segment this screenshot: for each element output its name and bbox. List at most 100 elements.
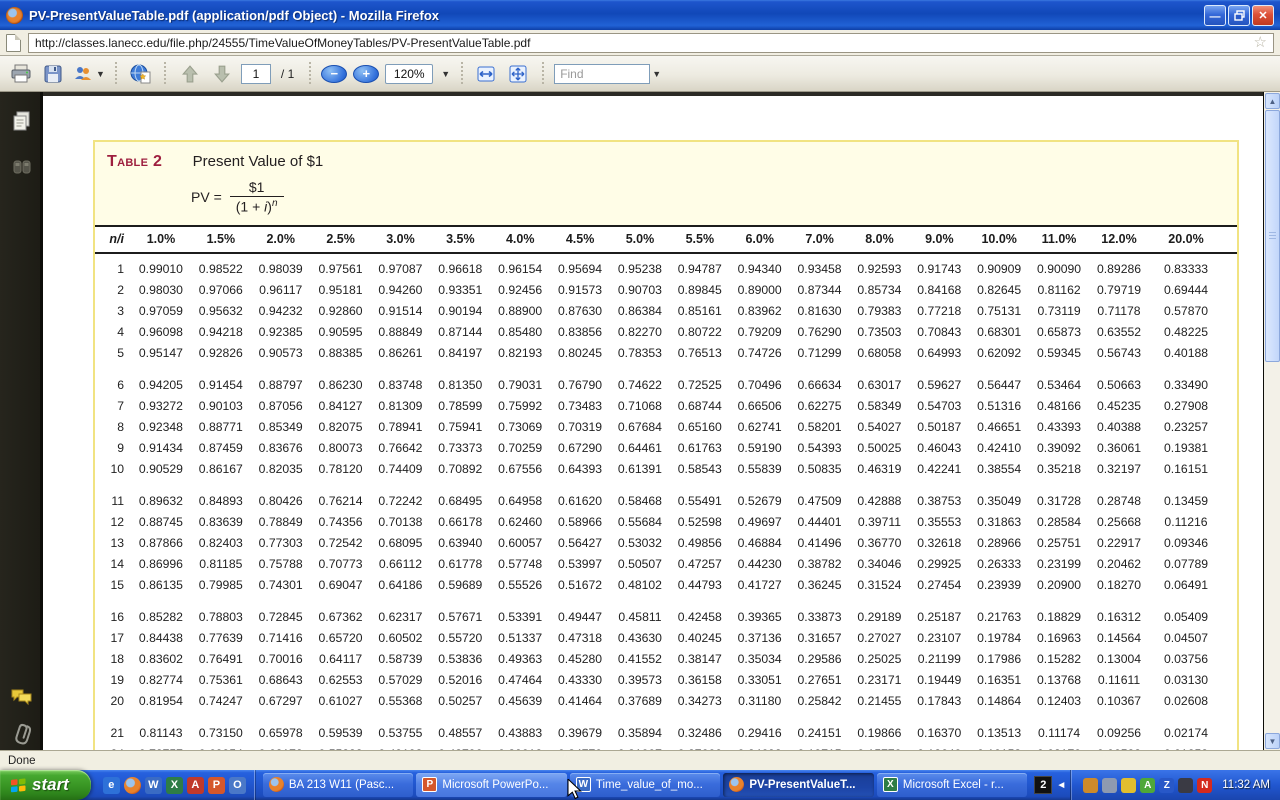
pv-cell: 0.65160 (670, 417, 730, 438)
pv-cell: 0.88745 (131, 512, 191, 533)
pv-cell: 0.69444 (1149, 280, 1237, 301)
previous-page-button[interactable] (177, 61, 203, 87)
page-number-input[interactable] (241, 64, 271, 84)
pv-cell: 0.14864 (969, 691, 1029, 712)
bookmark-star-icon[interactable]: ☆ (1254, 35, 1267, 50)
tray-orange-icon[interactable] (1083, 778, 1098, 793)
zoom-level-select[interactable]: 120% (385, 64, 433, 84)
tray-green-a-icon[interactable]: A (1140, 778, 1155, 793)
share-document-button[interactable] (128, 61, 154, 87)
language-indicator[interactable]: 2 (1034, 776, 1052, 794)
quick-launch-firefox-icon[interactable] (124, 777, 141, 794)
pv-cell: 0.63017 (850, 375, 910, 396)
pv-table-row: 100.905290.861670.820350.781200.744090.7… (95, 459, 1237, 480)
attachments-panel-button[interactable] (9, 720, 34, 745)
quick-launch-powerpoint-icon[interactable]: P (208, 777, 225, 794)
comments-panel-button[interactable] (9, 684, 34, 709)
pv-cell: 0.91743 (909, 259, 969, 280)
pdf-toolbar: ▼ / 1 − + 120% ▼ ▼ (0, 56, 1280, 92)
taskbar-button[interactable]: BA 213 W11 (Pasc... (263, 773, 414, 797)
quick-launch-internet-explorer-icon[interactable]: e (103, 777, 120, 794)
vertical-scrollbar[interactable]: ▲ ▼ (1263, 92, 1280, 750)
pv-column-header: 5.5% (670, 226, 730, 253)
pages-icon (11, 110, 33, 132)
pv-cell: 0.16963 (1029, 628, 1089, 649)
pv-cell: 0.64186 (371, 575, 431, 596)
bookmarks-panel-button[interactable] (9, 154, 34, 179)
taskbar-button[interactable]: WTime_value_of_mo... (570, 773, 721, 797)
url-field[interactable]: http://classes.lanecc.edu/file.php/24555… (28, 33, 1274, 53)
taskbar-button[interactable]: PV-PresentValueT... (723, 773, 874, 797)
close-button[interactable]: ✕ (1252, 5, 1274, 26)
zoom-dropdown-arrow[interactable]: ▼ (441, 69, 450, 79)
tray-shield-icon[interactable] (1121, 778, 1136, 793)
scrollbar-thumb[interactable] (1265, 110, 1280, 362)
pv-cell: 0.54703 (909, 396, 969, 417)
pv-table-header-area: Table 2 Present Value of $1 PV = $1 (1 +… (95, 142, 1237, 225)
pv-cell: 0.61391 (610, 459, 670, 480)
print-button[interactable] (8, 61, 34, 87)
scroll-up-button[interactable]: ▲ (1265, 93, 1280, 109)
pv-cell: 0.71299 (790, 343, 850, 364)
pv-cell: 0.23171 (850, 670, 910, 691)
fit-width-button[interactable] (473, 61, 499, 87)
quick-launch-outlook-icon[interactable]: O (229, 777, 246, 794)
pv-cell: 0.58468 (610, 491, 670, 512)
pv-cell: 0.42410 (969, 438, 1029, 459)
pv-cell: 0.15282 (1029, 649, 1089, 670)
pv-cell: 0.70319 (550, 417, 610, 438)
pages-panel-button[interactable] (9, 108, 34, 133)
pv-cell: 0.41727 (730, 575, 790, 596)
scroll-down-button[interactable]: ▼ (1265, 733, 1280, 749)
pv-cell: 0.76513 (670, 343, 730, 364)
url-text[interactable]: http://classes.lanecc.edu/file.php/24555… (35, 36, 1254, 50)
pv-cell: 0.35894 (610, 723, 670, 744)
status-text: Done (8, 755, 36, 767)
pv-cell: 16 (95, 607, 131, 628)
tray-gray-icon[interactable] (1102, 778, 1117, 793)
pv-cell: 0.55368 (371, 691, 431, 712)
pv-cell: 0.60057 (490, 533, 550, 554)
tray-novell-icon[interactable]: N (1197, 778, 1212, 793)
pv-cell: 0.89632 (131, 491, 191, 512)
pv-cell: 0.28966 (969, 533, 1029, 554)
save-button[interactable] (40, 61, 66, 87)
pv-cell: 20 (95, 691, 131, 712)
pv-cell: 0.43330 (550, 670, 610, 691)
quick-launch-excel-icon[interactable]: X (166, 777, 183, 794)
pv-cell: 0.75361 (191, 670, 251, 691)
next-page-button[interactable] (209, 61, 235, 87)
pv-cell: 0.38753 (909, 491, 969, 512)
tray-dark-icon[interactable] (1178, 778, 1193, 793)
restore-button[interactable] (1228, 5, 1250, 26)
tray-blue-z-icon[interactable]: Z (1159, 778, 1174, 793)
pv-cell: 0.35553 (909, 512, 969, 533)
pv-cell: 0.97059 (131, 301, 191, 322)
pv-table-row: 20.980300.970660.961170.951810.942600.93… (95, 280, 1237, 301)
pv-cell: 0.37136 (730, 628, 790, 649)
pv-cell: 0.53391 (490, 607, 550, 628)
fit-page-button[interactable] (505, 61, 531, 87)
hide-icons-chevron[interactable]: ◄ (1056, 780, 1066, 791)
taskbar-button[interactable]: PMicrosoft PowerPo... (416, 773, 567, 797)
start-button[interactable]: start (0, 770, 91, 800)
taskbar-clock[interactable]: 11:32 AM (1222, 779, 1270, 791)
quick-launch-word-icon[interactable]: W (145, 777, 162, 794)
quick-launch-access-icon[interactable]: A (187, 777, 204, 794)
pv-cell: 0.21763 (969, 607, 1029, 628)
collaborate-button[interactable]: ▼ (72, 61, 105, 87)
pv-cell: 0.50835 (790, 459, 850, 480)
quick-launch-bar: e WXAPO (103, 770, 255, 800)
find-input[interactable] (554, 64, 650, 84)
zoom-out-button[interactable]: − (321, 65, 347, 83)
zoom-in-button[interactable]: + (353, 65, 379, 83)
pdf-content-area: Table 2 Present Value of $1 PV = $1 (1 +… (0, 92, 1280, 750)
pv-cell: 0.54393 (790, 438, 850, 459)
pv-cell: 0.32486 (670, 723, 730, 744)
taskbar-button[interactable]: XMicrosoft Excel - r... (877, 773, 1028, 797)
printer-icon (10, 64, 32, 84)
row-group-gap (95, 596, 1237, 607)
find-dropdown-arrow[interactable]: ▼ (650, 64, 663, 84)
minimize-button[interactable]: — (1204, 5, 1226, 26)
collaborate-dropdown-arrow[interactable]: ▼ (96, 69, 105, 79)
